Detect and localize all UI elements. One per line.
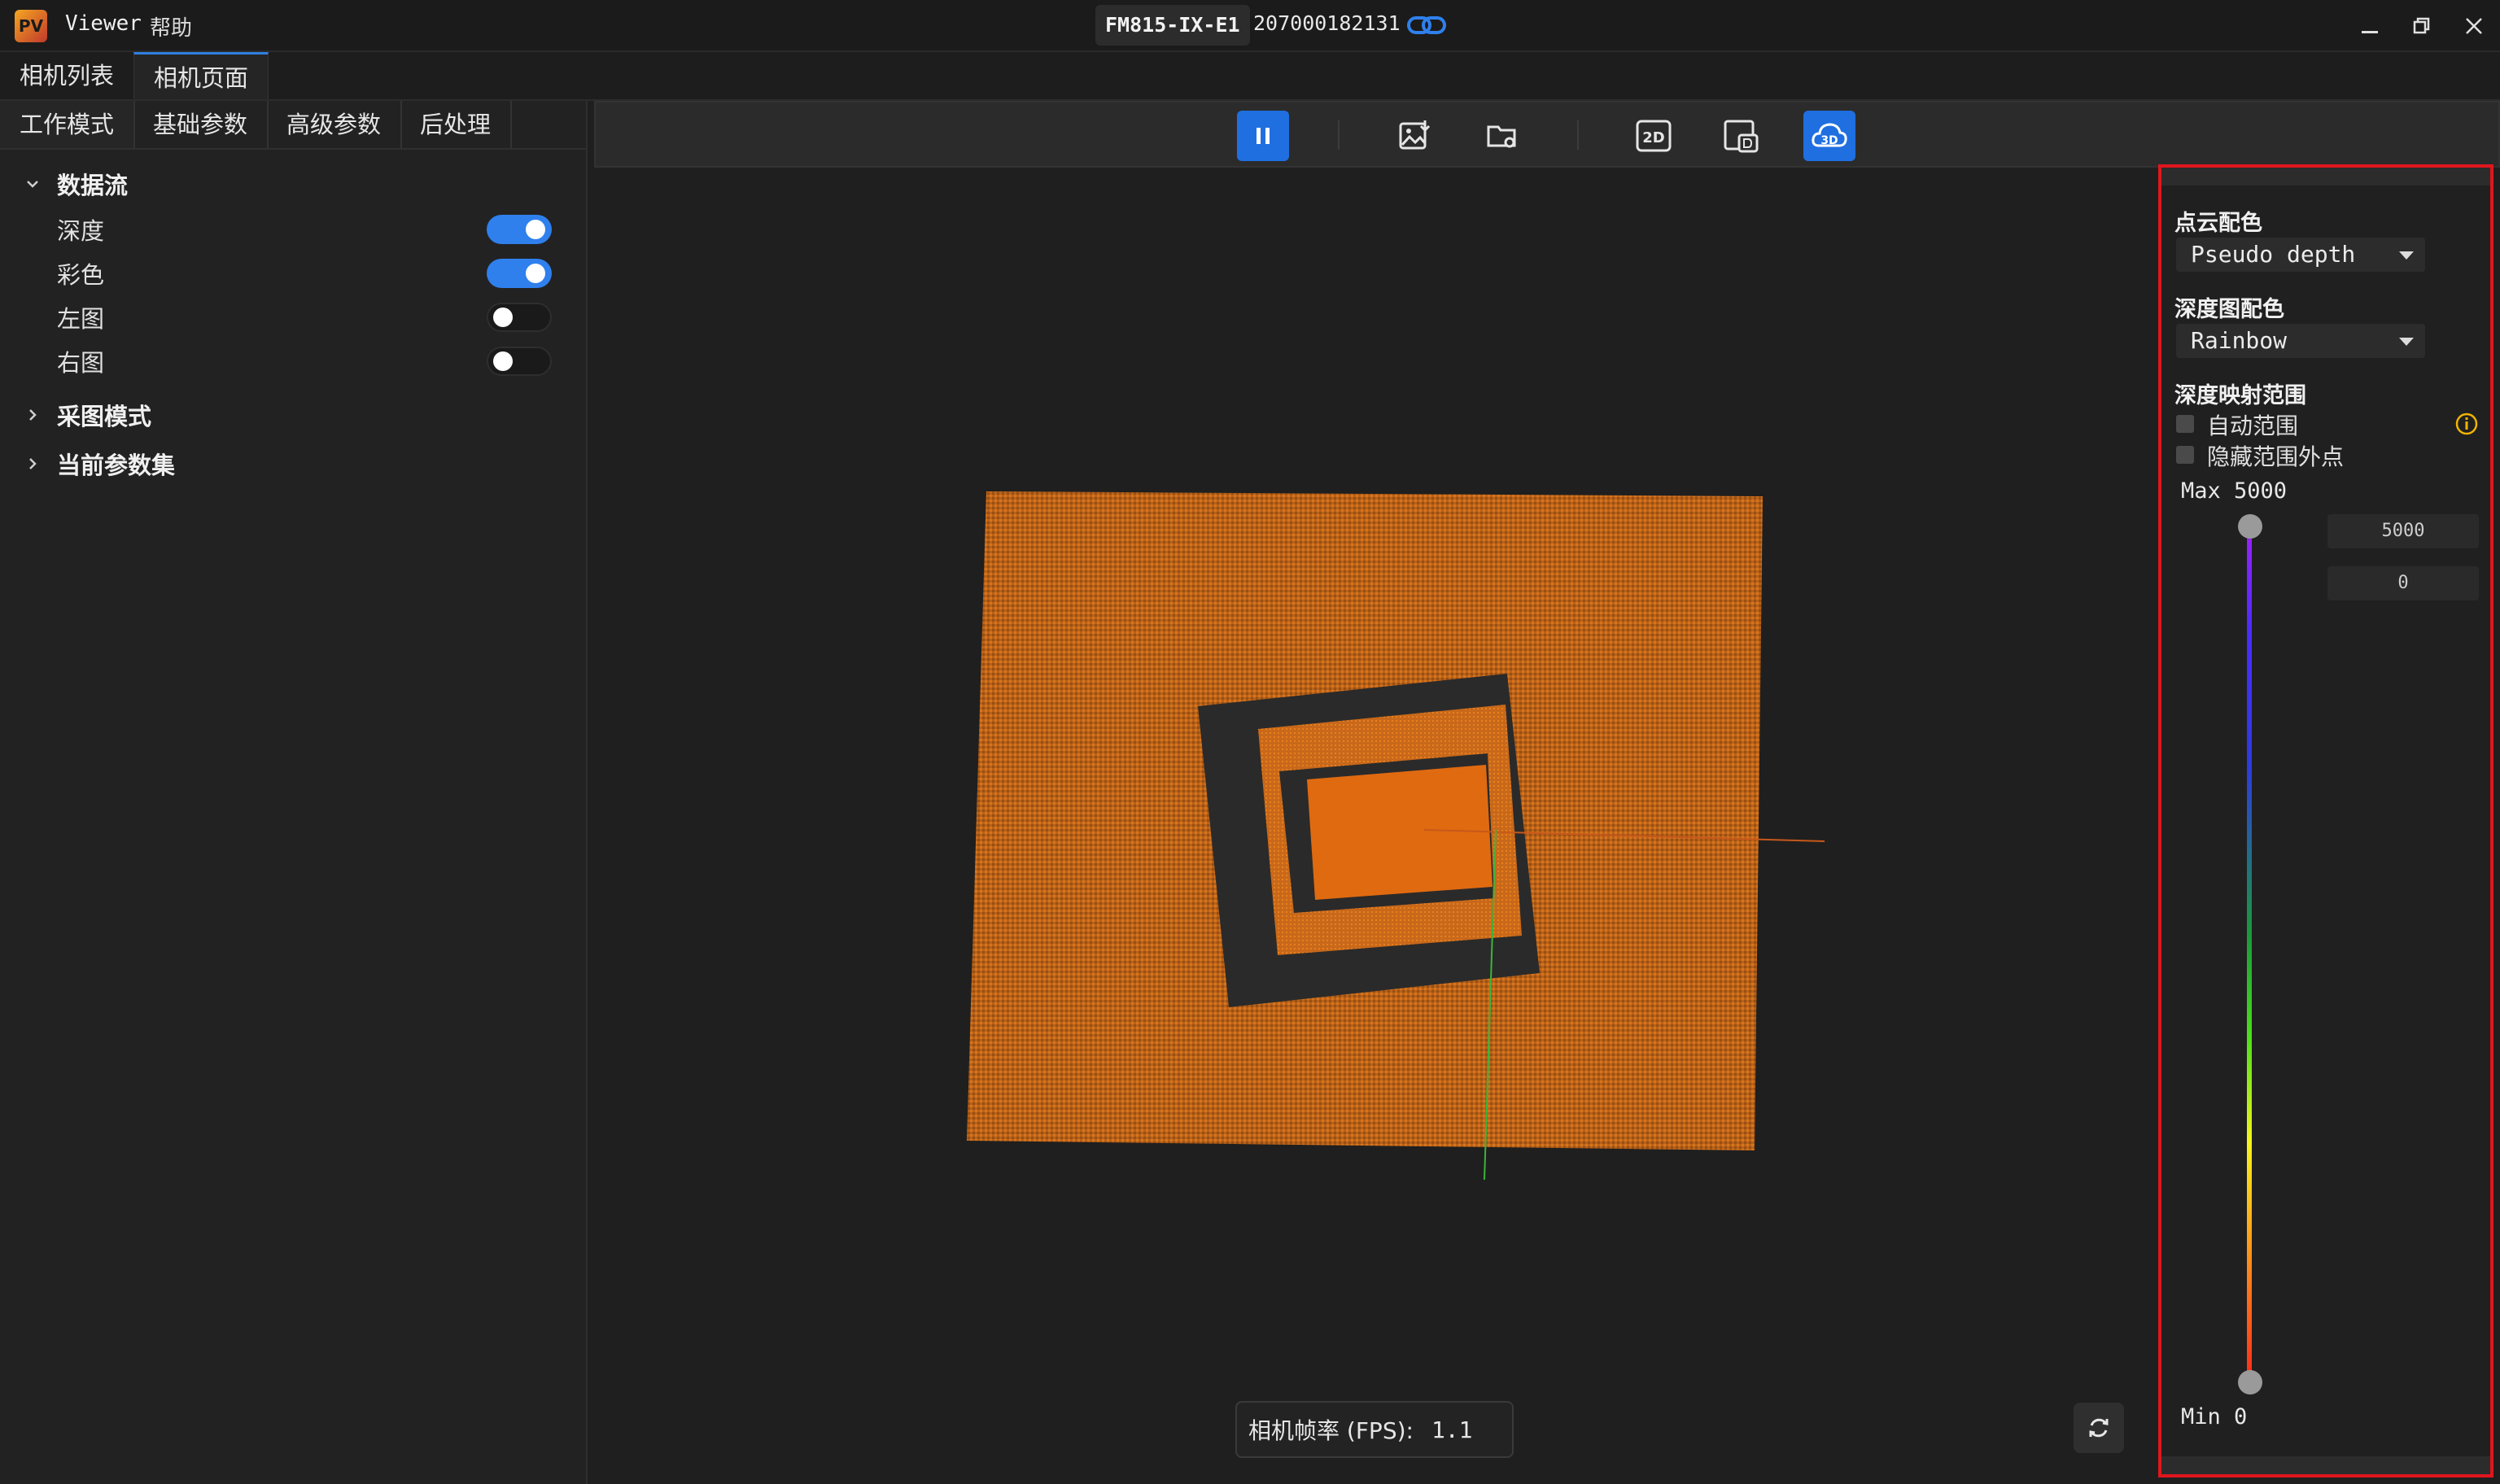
depth-toggle[interactable] [487,215,552,244]
pause-icon [1257,128,1270,144]
hide-outside-checkbox[interactable] [2176,446,2194,464]
restore-icon [2413,17,2430,34]
max-value-input[interactable]: 5000 [2327,514,2479,548]
depth-color-heading: 深度图配色 [2174,297,2284,322]
chevron-right-icon [29,458,37,469]
info-icon[interactable] [2454,412,2479,436]
view-depth-icon [1724,120,1759,153]
tab-camera-list[interactable]: 相机列表 [0,52,133,99]
select-value: Pseudo depth [2191,241,2356,268]
view-3d-icon: 3D [1812,123,1847,147]
save-image-icon [1399,120,1431,150]
chevron-right-icon [29,409,37,421]
device-model: FM815-IX-E1 [1095,5,1250,46]
range-max-label: Max 5000 [2181,478,2288,504]
depth-range-heading: 深度映射范围 [2174,383,2306,408]
tab-advanced-params[interactable]: 高级参数 [267,101,403,148]
tree-label: 数据流 [57,172,129,199]
toggle-knob [493,308,513,327]
tree-current-params[interactable]: 当前参数集 [0,443,586,485]
view-2d-icon: 2D [1636,120,1672,152]
reset-view-button[interactable] [2074,1403,2124,1453]
tree-capture-mode[interactable]: 采图模式 [0,394,586,436]
svg-text:3D: 3D [1820,134,1838,147]
fps-value: 1.1 [1431,1416,1473,1443]
point-cloud-view[interactable] [960,480,1847,1188]
stream-row-left: 左图 [0,296,586,338]
caret-down-icon [2399,338,2414,346]
tab-basic-params[interactable]: 基础参数 [133,101,269,148]
fps-indicator: 相机帧率 (FPS): 1.1 [1235,1401,1514,1458]
save-image-button[interactable] [1388,111,1440,161]
open-folder-button[interactable] [1476,111,1528,161]
stream-row-depth: 深度 [0,208,586,251]
menu-help[interactable]: 帮助 [150,11,192,41]
minimize-button[interactable] [2347,8,2393,44]
settings-tabs: 工作模式 基础参数 高级参数 后处理 [0,101,586,150]
refresh-icon [2089,1418,2109,1438]
fps-label: 相机帧率 (FPS): [1248,1417,1414,1444]
open-folder-icon [1487,125,1516,148]
min-value-input[interactable]: 0 [2327,566,2479,600]
app-name: Viewer [65,11,142,36]
app-logo: PV [15,10,47,42]
range-min-label: Min 0 [2181,1404,2248,1429]
tree-label: 当前参数集 [57,452,176,479]
panel-top-bar [2161,168,2490,186]
hide-outside-label: 隐藏范围外点 [2207,443,2345,470]
point-cloud-color-select[interactable]: Pseudo depth [2176,238,2425,272]
tab-camera-page[interactable]: 相机页面 [133,52,269,99]
restore-button[interactable] [2399,8,2445,44]
title-bar [0,0,2500,52]
view-2d-button[interactable]: 2D [1628,111,1680,161]
stream-label: 彩色 [57,261,105,289]
pause-button[interactable] [1237,111,1289,161]
toggle-knob [493,351,513,371]
stream-label: 左图 [57,305,105,333]
panel-bottom-bar [2161,1456,2490,1474]
stream-label: 深度 [57,217,105,245]
tab-post-processing[interactable]: 后处理 [400,101,513,148]
box-top-surface [1307,765,1493,900]
toggle-knob [526,264,545,283]
caret-down-icon [2399,251,2414,260]
tree-data-stream[interactable]: 数据流 [0,163,586,205]
svg-text:2D: 2D [1642,129,1664,146]
close-button[interactable] [2451,8,2497,44]
left-image-toggle[interactable] [487,303,552,332]
color-toggle[interactable] [487,259,552,288]
chevron-down-icon [27,181,38,188]
toolbar-separator [1577,120,1579,150]
view-3d-button[interactable]: 3D [1803,111,1855,161]
link-icon[interactable] [1406,11,1447,39]
top-tabs: 相机列表 相机页面 [0,52,2500,101]
close-icon [2466,18,2482,34]
tree-label: 采图模式 [57,403,152,430]
right-image-toggle[interactable] [487,347,552,376]
max-slider-handle[interactable] [2238,514,2262,539]
minimize-icon [2362,31,2378,33]
toggle-knob [526,220,545,239]
device-serial: 207000182131 [1253,11,1401,35]
select-value: Rainbow [2191,327,2288,354]
auto-range-checkbox[interactable] [2176,415,2194,433]
depth-color-select[interactable]: Rainbow [2176,324,2425,358]
view-depth-button[interactable] [1715,111,1768,161]
point-cloud-color-heading: 点云配色 [2174,211,2262,236]
min-slider-handle[interactable] [2238,1370,2262,1395]
stream-label: 右图 [57,349,105,377]
tab-work-mode[interactable]: 工作模式 [0,101,136,148]
stream-row-right: 右图 [0,340,586,382]
viewer-toolbar [594,101,2500,168]
stream-row-color: 彩色 [0,252,586,295]
depth-colormap-bar [2247,526,2252,1381]
auto-range-label: 自动范围 [2207,412,2299,439]
toolbar-separator [1338,120,1340,150]
display-settings-panel [2158,164,2493,1477]
